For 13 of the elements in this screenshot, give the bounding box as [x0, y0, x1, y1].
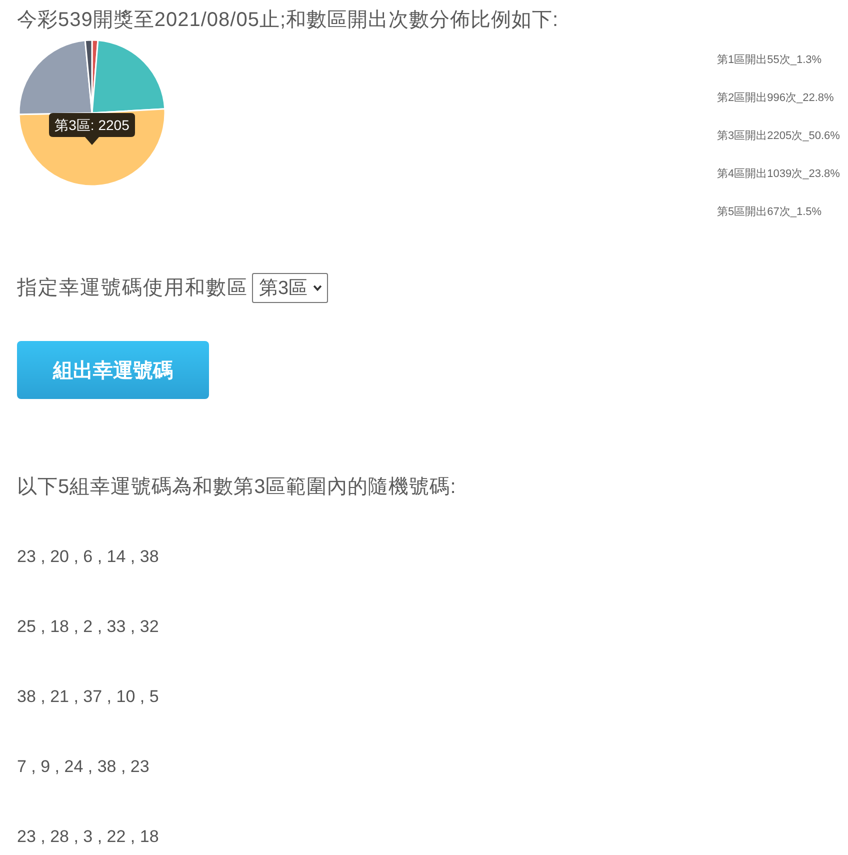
- number-set: 25 , 18 , 2 , 33 , 32: [17, 616, 159, 638]
- zone-label: 指定幸運號碼使用和數區: [17, 276, 248, 301]
- result-intro: 以下5組幸運號碼為和數第3區範圍內的隨機號碼:: [17, 475, 456, 500]
- page-heading: 今彩539開獎至2021/08/05止;和數區開出次數分佈比例如下:: [17, 8, 559, 33]
- number-set: 23 , 20 , 6 , 14 , 38: [17, 546, 159, 568]
- legend-text: 第3區開出2205次_50.6%: [717, 129, 840, 144]
- number-set: 7 , 9 , 24 , 38 , 23: [17, 756, 150, 778]
- number-set: 23 , 28 , 3 , 22 , 18: [17, 826, 159, 848]
- legend-text: 第4區開出1039次_23.8%: [717, 167, 840, 182]
- legend-text: 第1區開出55次_1.3%: [717, 53, 822, 68]
- number-set: 38 , 21 , 37 , 10 , 5: [17, 686, 159, 708]
- legend-text: 第2區開出996次_22.8%: [717, 91, 834, 106]
- legend-text: 第5區開出67次_1.5%: [717, 205, 822, 220]
